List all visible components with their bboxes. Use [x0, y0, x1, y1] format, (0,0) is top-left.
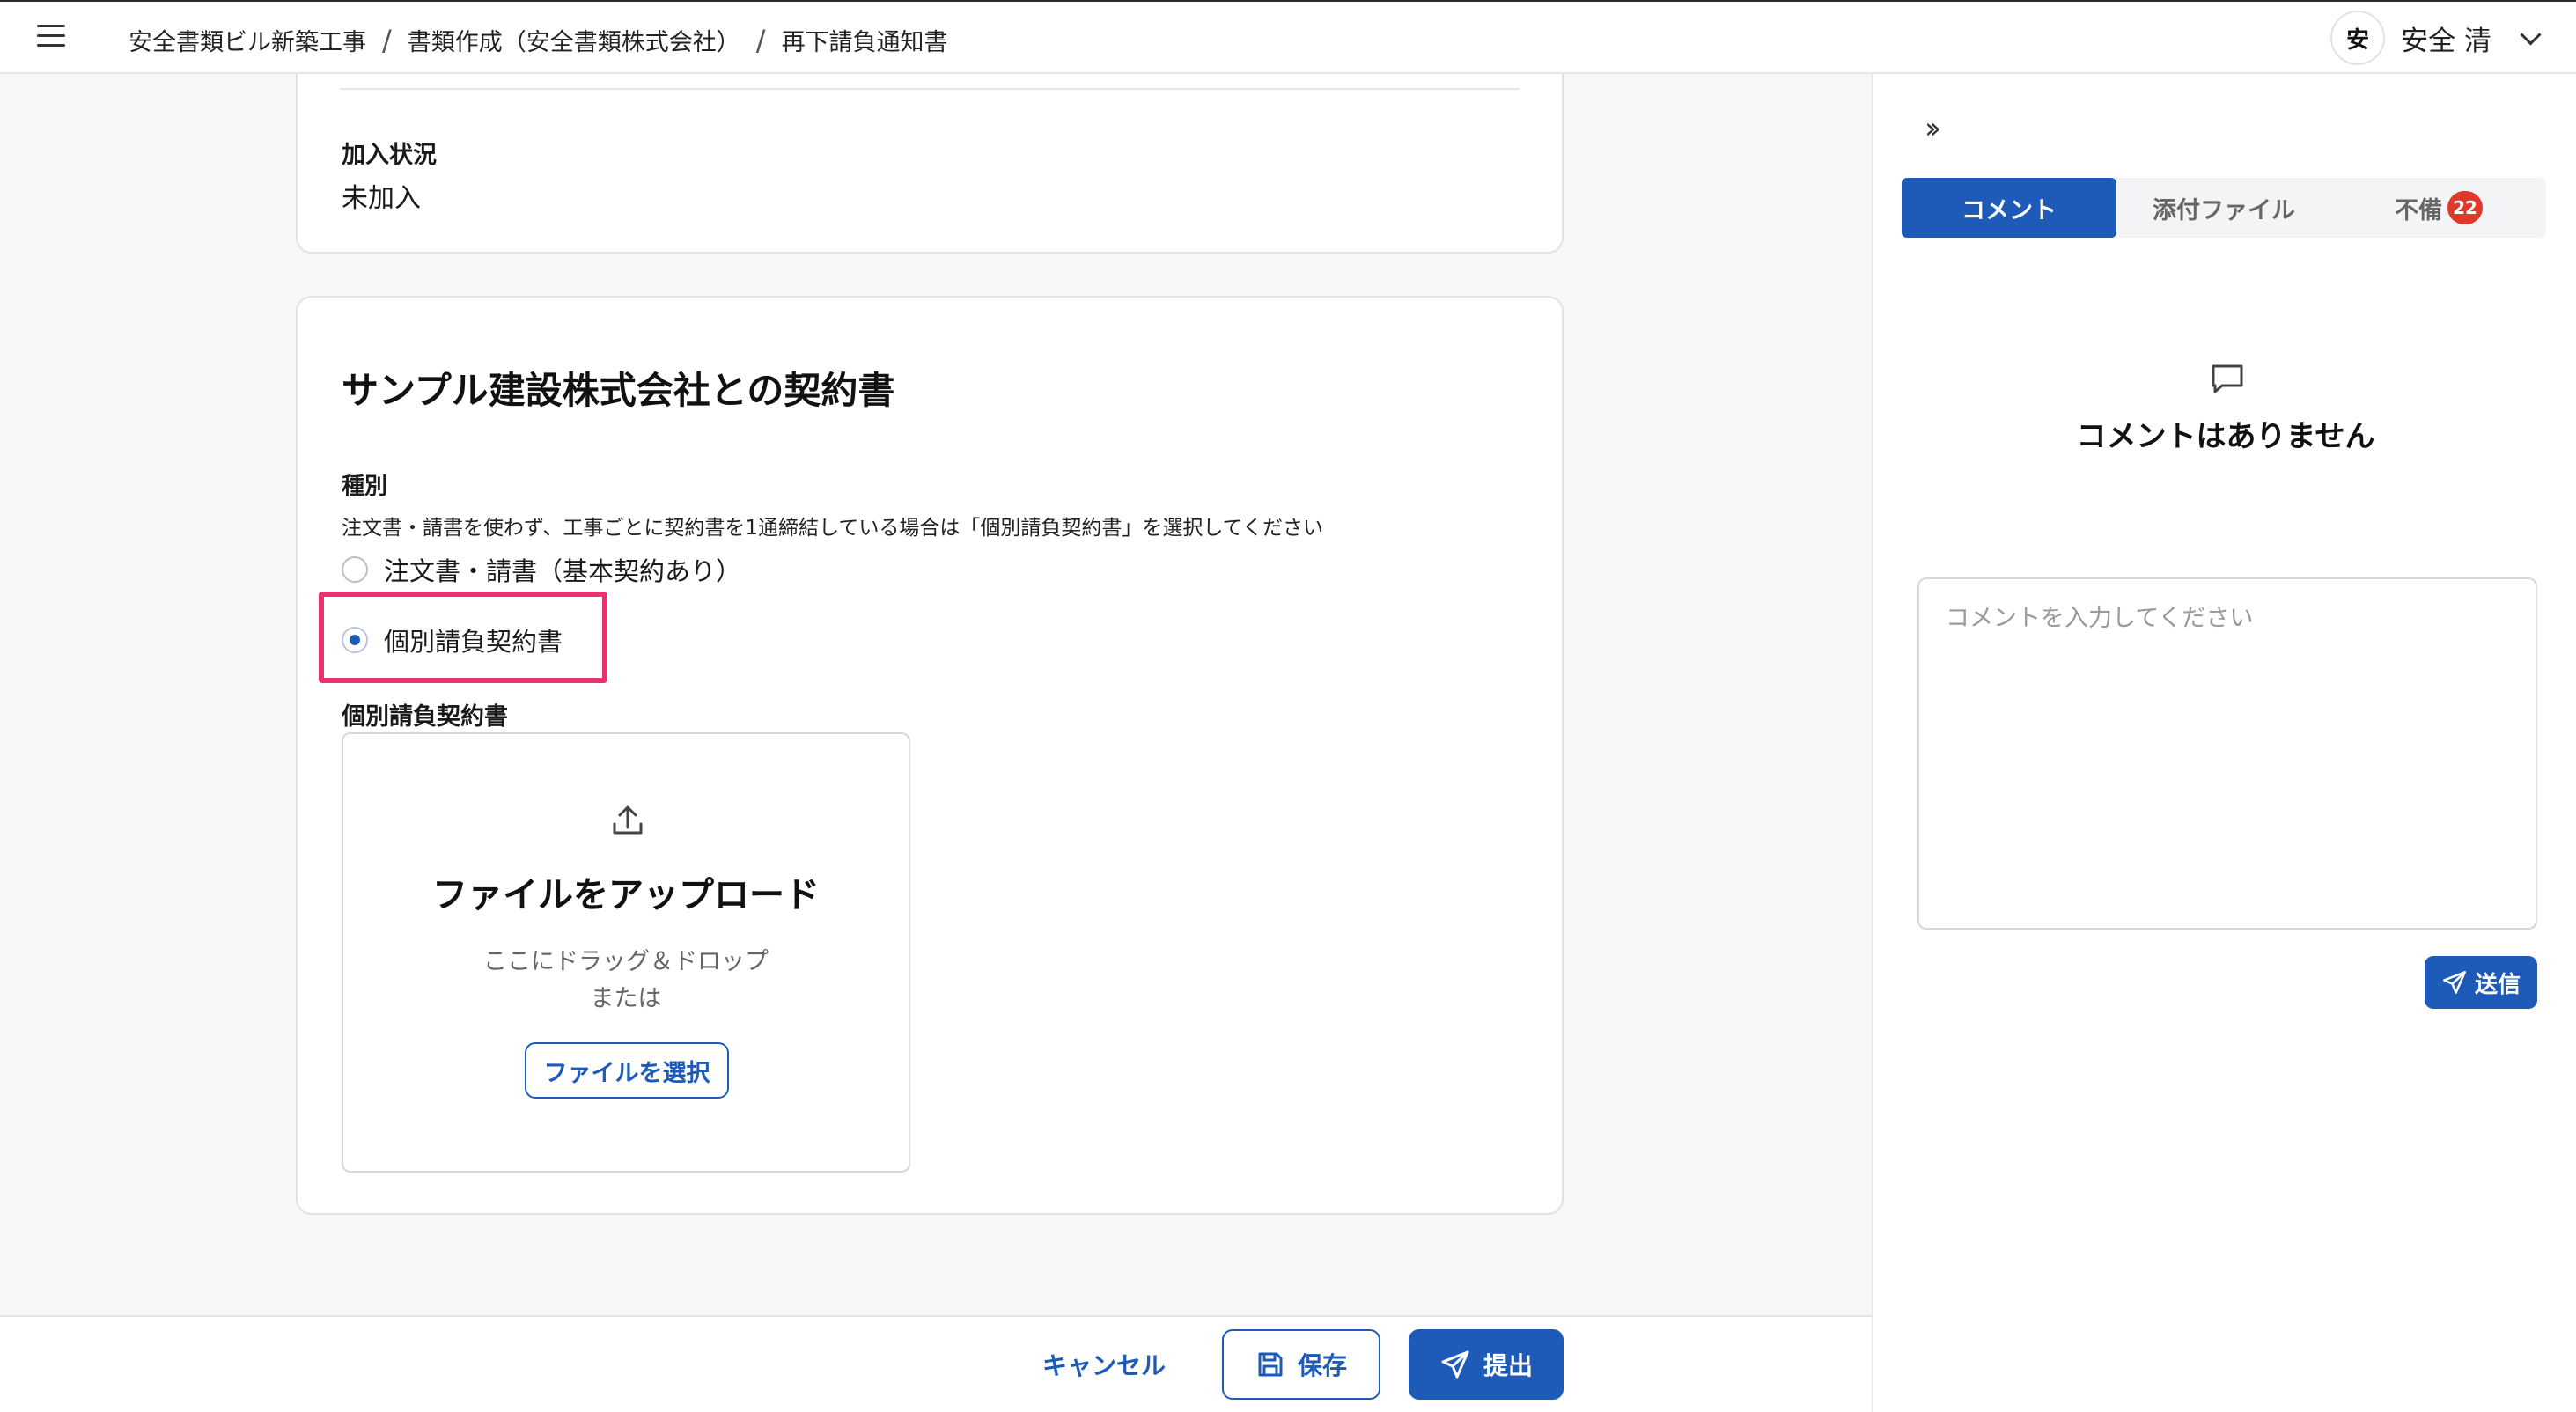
top-bar: 安全書類ビル新築工事 / 書類作成（安全書類株式会社） / 再下請負通知書 安 … [0, 0, 2576, 74]
main-content: 加入状況 未加入 サンプル建設株式会社との契約書 種別 注文書・請書を使わず、工… [0, 74, 1872, 1315]
drag-drop-text: ここにドラッグ＆ドロップ [483, 948, 769, 975]
user-name: 安全 清 [2401, 25, 2491, 57]
contract-type-help-text: 注文書・請書を使わず、工事ごとに契約書を1通締結している場合は「個別請負契約書」… [342, 517, 1323, 540]
tab-deficiencies-label: 不備 [2395, 196, 2443, 224]
no-comments-text: コメントはありません [2076, 419, 2375, 454]
file-dropzone[interactable]: ファイルをアップロード ここにドラッグ＆ドロップ または ファイルを選択 [342, 732, 910, 1173]
save-button[interactable]: 保存 [1222, 1329, 1380, 1400]
contract-type-label: 種別 [342, 474, 388, 500]
contract-card: サンプル建設株式会社との契約書 種別 注文書・請書を使わず、工事ごとに契約書を1… [296, 296, 1564, 1215]
floppy-disk-icon [1255, 1349, 1285, 1379]
or-text: または [590, 985, 662, 1012]
insurance-status-value: 未加入 [342, 183, 421, 214]
radio-label-individual-contract: 個別請負契約書 [384, 627, 563, 657]
user-menu[interactable]: 安 安全 清 [2330, 11, 2539, 65]
radio-individual-contract[interactable]: 個別請負契約書 [342, 621, 563, 658]
tab-attachments[interactable]: 添付ファイル [2116, 178, 2331, 238]
chevron-down-icon[interactable] [2521, 29, 2539, 47]
side-panel: ›› コメント 添付ファイル 不備 22 コメントはありません 送信 [1872, 74, 2576, 1412]
upload-field-label: 個別請負契約書 [342, 703, 508, 731]
deficiency-count-badge: 22 [2447, 191, 2483, 224]
breadcrumb-separator: / [755, 23, 766, 57]
tab-deficiencies[interactable]: 不備 22 [2331, 178, 2546, 238]
breadcrumb-current-page: 再下請負通知書 [781, 29, 948, 56]
upload-title: ファイルをアップロード [432, 875, 820, 916]
send-comment-button[interactable]: 送信 [2425, 956, 2537, 1009]
select-file-button[interactable]: ファイルを選択 [525, 1042, 729, 1099]
contract-title: サンプル建設株式会社との契約書 [342, 369, 895, 412]
submit-button-label: 提出 [1483, 1351, 1533, 1380]
breadcrumb-project[interactable]: 安全書類ビル新築工事 [129, 23, 366, 57]
tab-comments[interactable]: コメント [1902, 178, 2116, 238]
divider [340, 88, 1520, 90]
breadcrumb-separator: / [382, 23, 392, 57]
send-button-label: 送信 [2474, 971, 2521, 998]
insurance-status-label: 加入状況 [342, 142, 437, 169]
upload-instructions: ここにドラッグ＆ドロップ または [343, 944, 909, 1018]
comment-bubble-icon [2212, 364, 2243, 393]
hamburger-menu-icon[interactable] [37, 25, 65, 49]
breadcrumb: 安全書類ビル新築工事 / 書類作成（安全書類株式会社） / 再下請負通知書 [129, 23, 948, 57]
radio-button-unchecked[interactable] [342, 556, 368, 583]
upload-icon [613, 805, 643, 835]
send-plane-icon [1439, 1349, 1471, 1380]
footer-action-bar: キャンセル 保存 提出 [0, 1315, 1872, 1412]
panel-tabs: コメント 添付ファイル 不備 22 [1902, 178, 2546, 238]
avatar: 安 [2330, 11, 2386, 65]
breadcrumb-document-creation[interactable]: 書類作成（安全書類株式会社） [408, 23, 740, 57]
insurance-card: 加入状況 未加入 [296, 74, 1564, 254]
radio-label-order-form: 注文書・請書（基本契約あり） [384, 556, 742, 586]
radio-order-form[interactable]: 注文書・請書（基本契約あり） [342, 551, 741, 588]
send-plane-icon [2441, 969, 2468, 996]
comment-input[interactable] [1917, 577, 2537, 930]
tab-attachments-label: 添付ファイル [2153, 196, 2295, 224]
radio-button-checked[interactable] [342, 627, 368, 653]
tab-comments-label: コメント [1961, 196, 2057, 224]
save-button-label: 保存 [1297, 1351, 1347, 1380]
submit-button[interactable]: 提出 [1409, 1329, 1564, 1400]
double-chevron-right-icon[interactable]: ›› [1925, 111, 1941, 146]
cancel-button[interactable]: キャンセル [1042, 1347, 1166, 1382]
